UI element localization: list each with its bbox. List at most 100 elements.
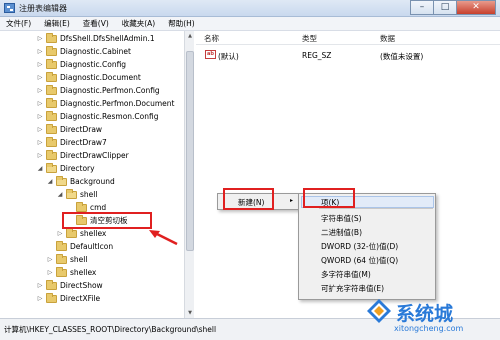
scroll-up-arrow-icon[interactable]: ▲	[185, 31, 195, 41]
open-folder-icon	[56, 175, 67, 186]
expand-icon[interactable]: ▷	[36, 113, 44, 120]
menu-item-expandable-string-value[interactable]: 可扩充字符串值(E)	[321, 283, 384, 294]
registry-tree[interactable]: ▷ DfsShell.DfsShellAdmin.1 ▷ Diagnostic.Ca…	[0, 31, 194, 318]
value-name[interactable]: (默认)	[218, 51, 239, 62]
tree-item[interactable]: ▷ Diagnostic.Perfmon.Config	[36, 84, 160, 97]
tree-item-label: Directory	[60, 164, 95, 173]
tree-item[interactable]: ▷ Diagnostic.Cabinet	[36, 45, 131, 58]
menu-item-qword-value[interactable]: QWORD (64 位)值(Q)	[321, 255, 398, 266]
menu-edit[interactable]: 编辑(E)	[44, 18, 70, 29]
column-type-header[interactable]: 类型	[302, 33, 317, 44]
open-folder-icon	[46, 162, 57, 173]
folder-icon	[46, 45, 57, 56]
tree-item[interactable]: ▷ Diagnostic.Config	[36, 58, 126, 71]
tree-item[interactable]: ▷ DfsShell.DfsShellAdmin.1	[36, 32, 155, 45]
tree-item-label: shellex	[80, 229, 107, 238]
submenu-arrow-icon: ▸	[290, 197, 294, 204]
folder-icon	[46, 279, 57, 290]
menu-item-multi-string-value[interactable]: 多字符串值(M)	[321, 269, 371, 280]
annotation-box-key	[303, 188, 355, 208]
menu-view[interactable]: 查看(V)	[83, 18, 109, 29]
expand-icon[interactable]: ▷	[36, 295, 44, 302]
tree-item-label: shell	[70, 255, 88, 264]
expand-icon[interactable]: ▷	[36, 282, 44, 289]
tree-item-label: shellex	[70, 268, 97, 277]
new-submenu: 项(K) 字符串值(S) 二进制值(B) DWORD (32-位)值(D) QW…	[298, 193, 436, 300]
tree-item-label: cmd	[90, 203, 107, 212]
expand-icon[interactable]: ▷	[36, 100, 44, 107]
expand-icon[interactable]: ▷	[46, 256, 54, 263]
folder-icon	[46, 58, 57, 69]
expand-icon[interactable]: ▷	[36, 61, 44, 68]
folder-icon	[76, 201, 87, 212]
folder-icon	[46, 84, 57, 95]
window-controls: – □ ✕	[410, 0, 496, 15]
tree-scrollbar[interactable]: ▲ ▼	[184, 31, 194, 318]
maximize-button[interactable]: □	[433, 0, 457, 15]
collapse-icon[interactable]: ◢	[46, 178, 54, 185]
expand-icon[interactable]: ▷	[36, 139, 44, 146]
tree-item-label: Diagnostic.Document	[60, 73, 141, 82]
scrollbar-thumb[interactable]	[186, 51, 194, 251]
folder-icon	[46, 123, 57, 134]
value-type: REG_SZ	[302, 51, 332, 60]
menu-item-string-value[interactable]: 字符串值(S)	[321, 213, 362, 224]
minimize-button[interactable]: –	[410, 0, 434, 15]
title-bar: 注册表编辑器 – □ ✕	[0, 0, 500, 17]
folder-icon	[46, 110, 57, 121]
menu-help[interactable]: 帮助(H)	[168, 18, 195, 29]
menu-item-dword-value[interactable]: DWORD (32-位)值(D)	[321, 241, 398, 252]
tree-item[interactable]: DefaultIcon	[46, 240, 113, 253]
collapse-icon[interactable]: ◢	[36, 165, 44, 172]
watermark-url: xitongcheng.com	[394, 324, 464, 333]
menu-item-binary-value[interactable]: 二进制值(B)	[321, 227, 362, 238]
scroll-down-arrow-icon[interactable]: ▼	[185, 308, 195, 318]
watermark-logo-icon	[367, 299, 391, 323]
expand-icon[interactable]: ▷	[36, 74, 44, 81]
folder-icon	[66, 227, 77, 238]
expand-icon[interactable]: ▷	[36, 35, 44, 42]
menu-favorites[interactable]: 收藏夹(A)	[122, 18, 155, 29]
menu-bar: 文件(F) 编辑(E) 查看(V) 收藏夹(A) 帮助(H)	[0, 17, 500, 31]
folder-icon	[56, 240, 67, 251]
watermark: 系统城 xitongcheng.com	[366, 298, 496, 338]
tree-item-label: DefaultIcon	[70, 242, 114, 251]
tree-item[interactable]: ▷ shell	[46, 253, 87, 266]
tree-item-shell[interactable]: ◢ shell	[56, 188, 97, 201]
tree-item[interactable]: ▷ DirectDraw7	[36, 136, 107, 149]
open-folder-icon	[66, 188, 77, 199]
value-data: (数值未设置)	[380, 52, 424, 61]
collapse-icon[interactable]: ◢	[56, 191, 64, 198]
tree-item[interactable]: ▷ Diagnostic.Document	[36, 71, 141, 84]
folder-icon	[46, 97, 57, 108]
tree-item-label: Diagnostic.Resmon.Config	[60, 112, 159, 121]
tree-item-label: shell	[80, 190, 98, 199]
folder-icon	[46, 292, 57, 303]
tree-item[interactable]: ▷ Diagnostic.Perfmon.Document	[36, 97, 174, 110]
tree-item-label: DirectXFile	[60, 294, 101, 303]
expand-icon[interactable]: ▷	[36, 87, 44, 94]
tree-item[interactable]: ▷ DirectShow	[36, 279, 103, 292]
tree-item[interactable]: ▷ DirectXFile	[36, 292, 100, 305]
expand-icon[interactable]: ▷	[36, 48, 44, 55]
registry-editor-icon	[4, 3, 15, 13]
tree-item[interactable]: ▷ Diagnostic.Resmon.Config	[36, 110, 159, 123]
expand-icon[interactable]: ▷	[46, 269, 54, 276]
expand-icon[interactable]: ▷	[36, 126, 44, 133]
tree-item-label: Diagnostic.Perfmon.Config	[60, 86, 160, 95]
column-data-header[interactable]: 数据	[380, 33, 395, 44]
tree-item[interactable]: ▷ shellex	[46, 266, 96, 279]
close-button[interactable]: ✕	[456, 0, 496, 15]
menu-file[interactable]: 文件(F)	[6, 18, 31, 29]
annotation-arrow-icon	[149, 230, 178, 246]
tree-item-directory[interactable]: ◢ Directory	[36, 162, 95, 175]
tree-item[interactable]: ▷ DirectDraw	[36, 123, 102, 136]
column-name-header[interactable]: 名称	[204, 33, 219, 44]
expand-icon[interactable]: ▷	[56, 230, 64, 237]
status-path: 计算机\HKEY_CLASSES_ROOT\Directory\Backgrou…	[4, 325, 217, 334]
tree-item-label: DirectShow	[60, 281, 103, 290]
tree-item-background[interactable]: ◢ Background	[46, 175, 115, 188]
expand-icon[interactable]: ▷	[36, 152, 44, 159]
tree-item[interactable]: ▷ DirectDrawClipper	[36, 149, 129, 162]
annotation-box-clear-clipboard	[62, 212, 152, 229]
